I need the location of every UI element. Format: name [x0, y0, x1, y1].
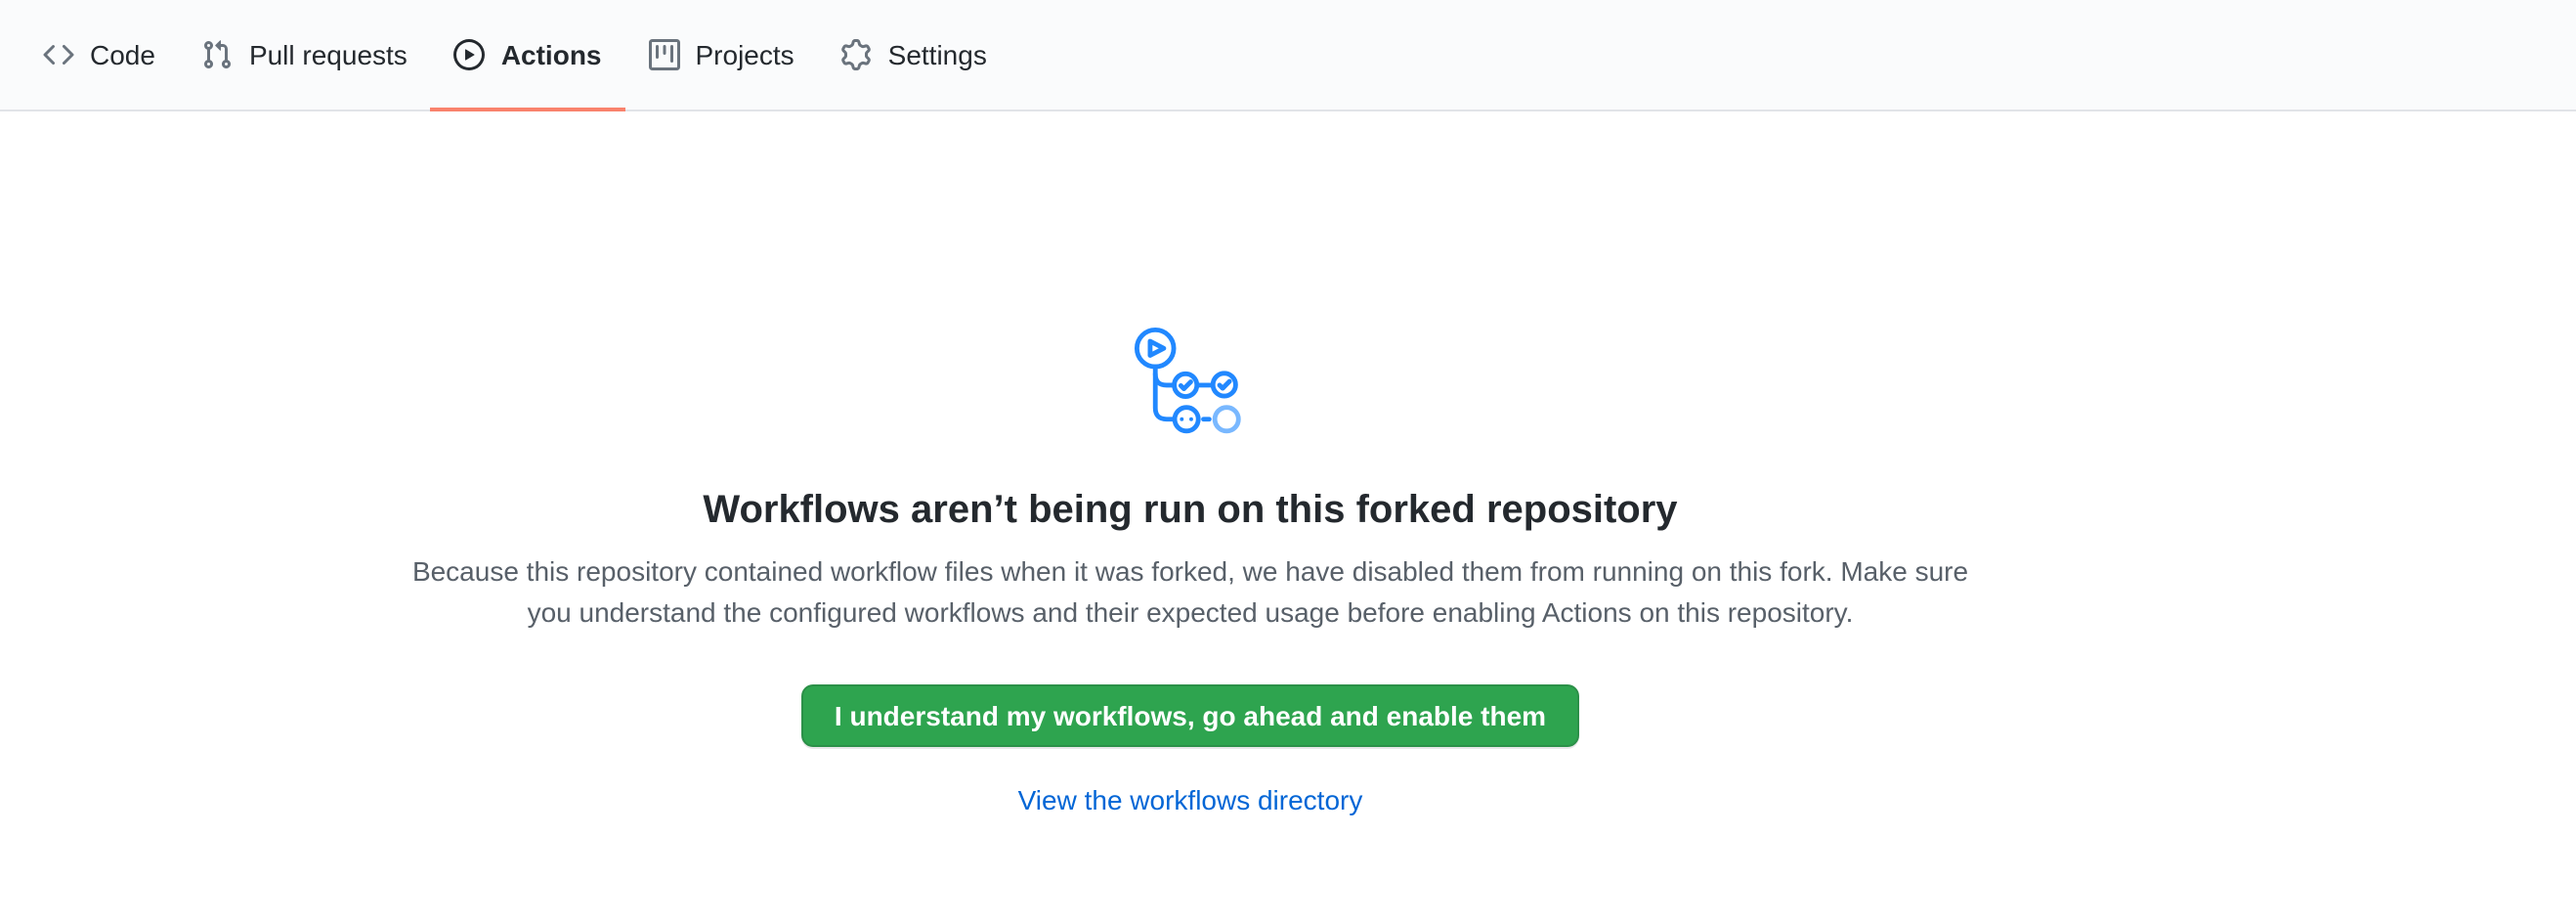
blankslate-title: Workflows aren’t being run on this forke… — [703, 487, 1677, 534]
tab-label: Code — [90, 39, 155, 70]
code-icon — [43, 39, 74, 70]
blankslate-description: Because this repository contained workfl… — [391, 551, 1990, 634]
tab-projects[interactable]: Projects — [625, 0, 818, 110]
tab-code[interactable]: Code — [20, 0, 179, 110]
tab-label: Settings — [888, 39, 987, 70]
repo-tab-nav: Code Pull requests Actions Projects Sett — [0, 0, 2576, 111]
enable-workflows-button[interactable]: I understand my workflows, go ahead and … — [801, 684, 1579, 747]
view-workflows-directory-link[interactable]: View the workflows directory — [1018, 784, 1363, 815]
tab-label: Pull requests — [249, 39, 408, 70]
workflow-illustration-icon — [1134, 327, 1247, 440]
project-icon — [649, 39, 680, 70]
git-pull-request-icon — [202, 39, 234, 70]
actions-disabled-blankslate: Workflows aren’t being run on this forke… — [0, 111, 2381, 815]
tab-label: Actions — [501, 39, 602, 70]
repo-actions-page: Code Pull requests Actions Projects Sett — [0, 0, 2576, 923]
play-icon — [454, 39, 486, 70]
tab-settings[interactable]: Settings — [818, 0, 1010, 110]
tab-label: Projects — [696, 39, 794, 70]
tab-pull-requests[interactable]: Pull requests — [179, 0, 431, 110]
gear-icon — [841, 39, 873, 70]
tab-actions[interactable]: Actions — [431, 0, 625, 110]
